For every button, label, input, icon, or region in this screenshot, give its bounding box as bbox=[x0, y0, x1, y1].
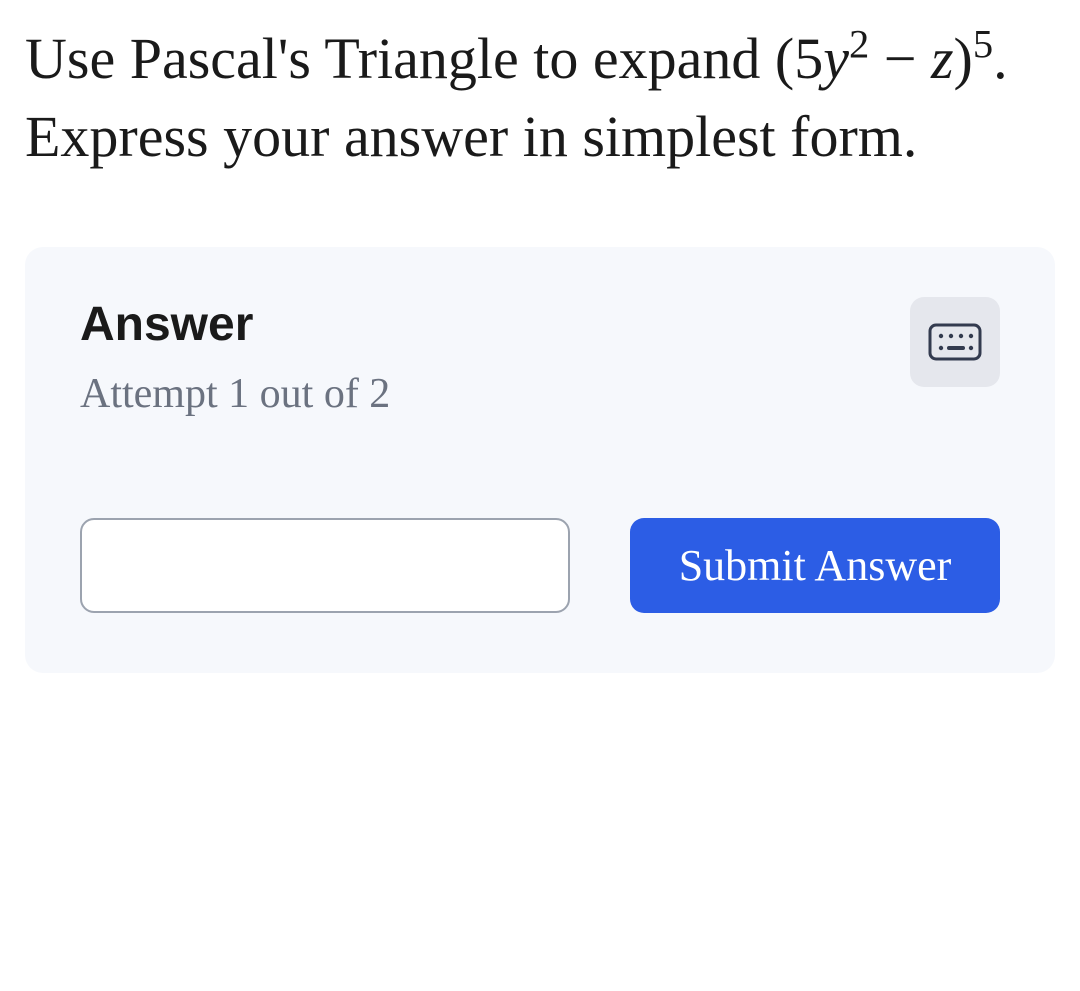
answer-panel: Answer Attempt 1 out of 2 Submit Answer bbox=[25, 247, 1055, 673]
input-row: Submit Answer bbox=[80, 518, 1000, 613]
keyboard-icon bbox=[928, 323, 982, 361]
math-expression: (5y2 − z)5 bbox=[775, 26, 993, 91]
answer-input[interactable] bbox=[80, 518, 570, 613]
question-prefix: Use Pascal's Triangle to expand bbox=[25, 26, 775, 91]
answer-title: Answer bbox=[80, 297, 390, 352]
attempt-counter: Attempt 1 out of 2 bbox=[80, 370, 390, 418]
answer-header: Answer Attempt 1 out of 2 bbox=[80, 297, 1000, 418]
question-text: Use Pascal's Triangle to expand (5y2 − z… bbox=[25, 20, 1055, 177]
answer-header-text: Answer Attempt 1 out of 2 bbox=[80, 297, 390, 418]
submit-button[interactable]: Submit Answer bbox=[630, 518, 1000, 613]
keyboard-button[interactable] bbox=[910, 297, 1000, 387]
